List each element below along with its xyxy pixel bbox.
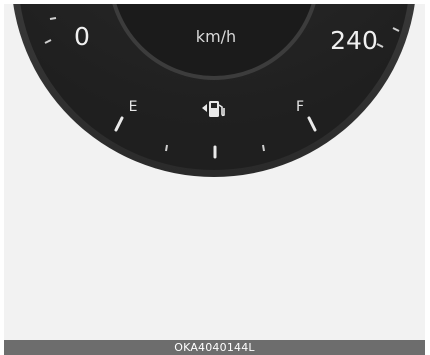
speed-max-label: 240 [330,26,378,55]
fuel-tick-three-quarter [262,144,265,152]
speed-tick-left-upper [49,17,57,20]
fuel-empty-label: E [129,99,138,115]
fuel-full-label: F [296,99,304,115]
figure-caption-bar: OKA4040144L [4,340,425,355]
illustration-panel: 0 240 km/h E F [4,4,425,340]
figure-frame: 0 240 km/h E F OKA4040144L [0,0,430,355]
figure-code: OKA4040144L [174,341,255,354]
speed-min-label: 0 [74,22,90,51]
fuel-tick-quarter [165,144,168,152]
speed-unit-label: km/h [196,27,236,46]
gauge-cluster-svg: 0 240 km/h E F [13,4,415,177]
